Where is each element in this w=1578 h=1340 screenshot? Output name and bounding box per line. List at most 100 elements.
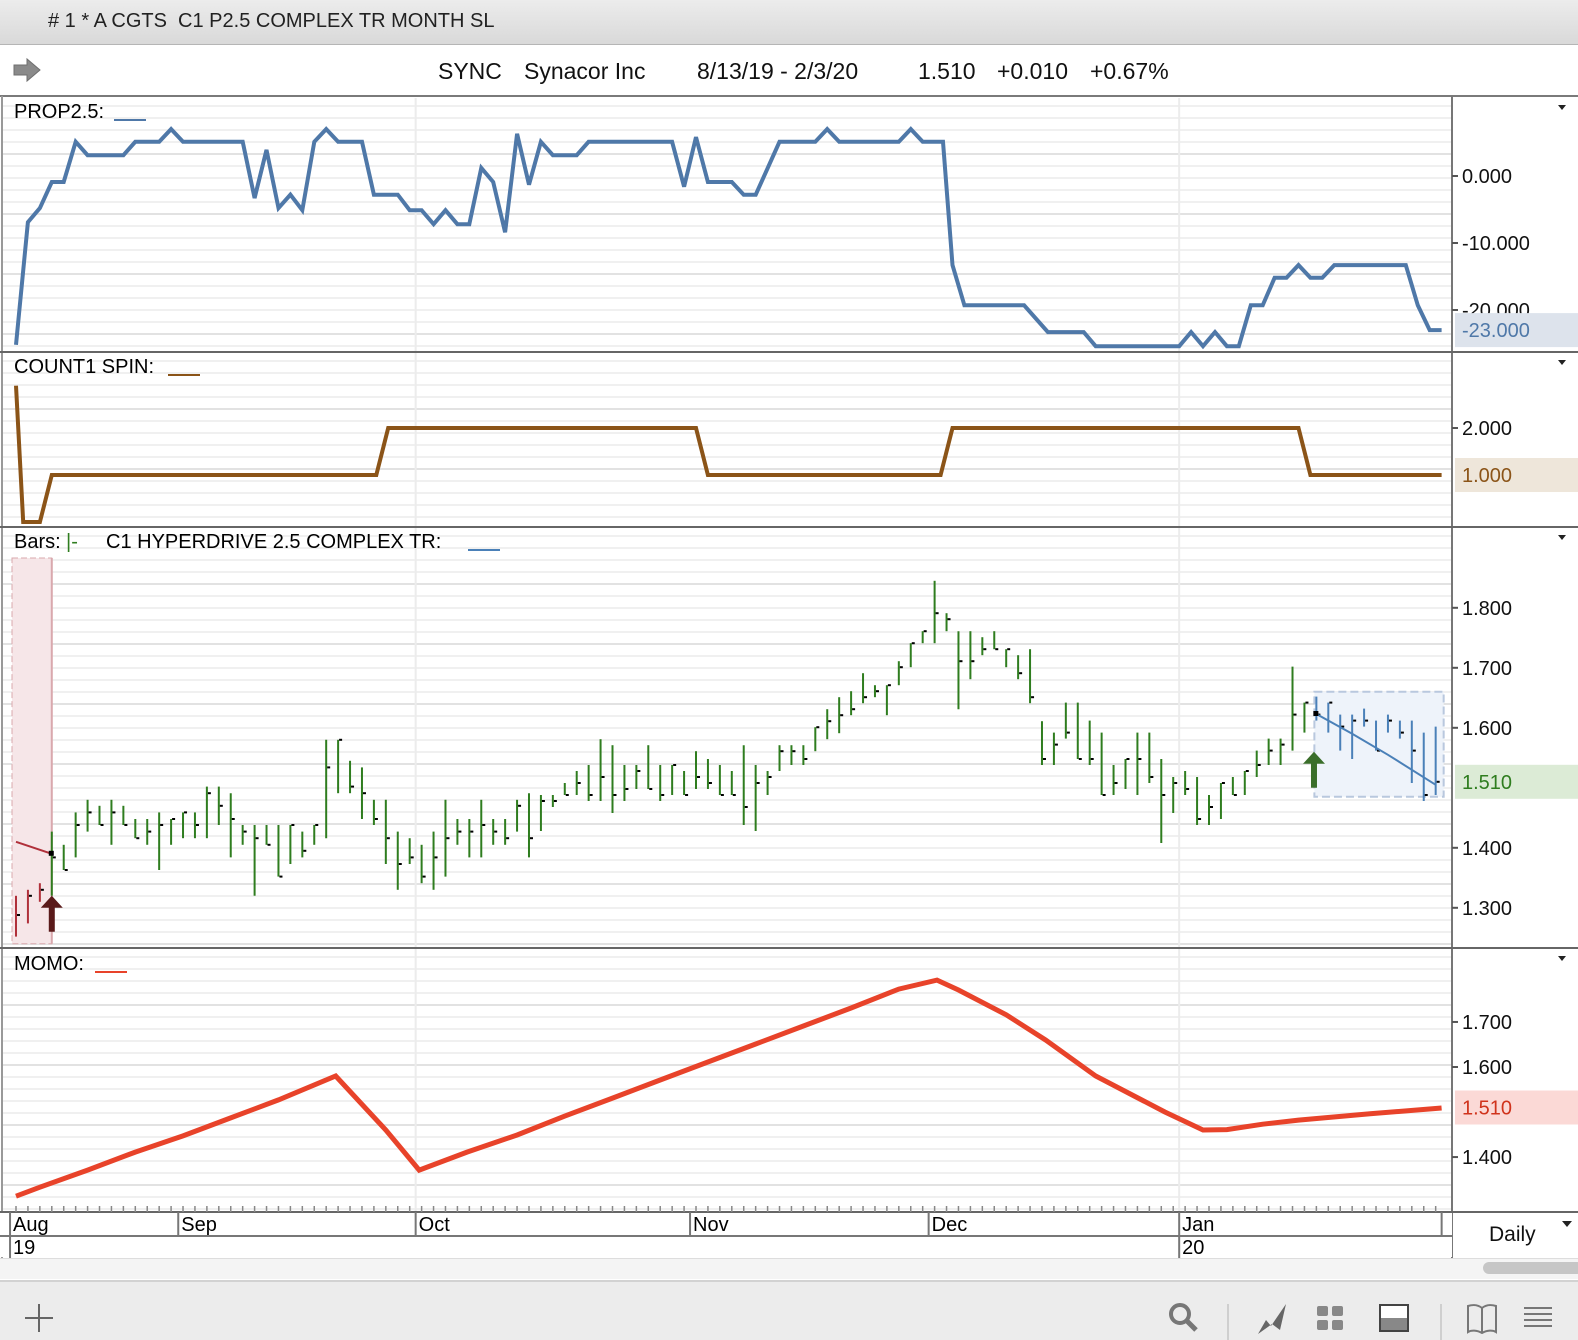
bar-close-tick [541,800,545,802]
bar-close-tick [577,782,581,784]
book-icon[interactable] [1465,1300,1499,1334]
price-bar [993,631,999,651]
bar-close-tick [28,894,32,897]
price-bar [337,738,343,794]
price-bar [1005,648,1011,668]
bar-close-tick [124,824,128,826]
pane-menu-chevron-icon[interactable] [1558,105,1566,110]
bar-close-tick [840,714,844,717]
month-label: Nov [693,1214,729,1236]
grid-icon[interactable] [1313,1300,1347,1334]
bar-close-tick [482,824,486,826]
bar-close-tick [470,830,474,833]
entry-zone-box [11,557,53,945]
price-bar [599,739,605,801]
chart-area[interactable]: 0.000-10.000-20.000-23.0002.0001.0001.80… [0,0,1578,1258]
price-bar [921,630,927,644]
pane-menu-chevron-icon[interactable] [1558,360,1566,365]
bar-close-tick [911,642,915,645]
price-bar [862,673,868,704]
bar-close-tick [780,750,784,753]
price-bar [671,764,677,795]
bar-close-tick [1198,818,1202,820]
price-bar [1029,649,1035,704]
axis-tick-label: 1.700 [1462,658,1512,680]
price-axes: 0.000-10.000-20.000-23.0002.0001.0001.80… [0,96,1578,1258]
price-bar [695,751,701,789]
bar-close-tick [935,612,939,615]
price-bar [1124,758,1130,789]
price-bar [587,765,593,801]
price-bar [909,642,915,668]
bar-close-tick [172,818,176,820]
bar-close-tick [1293,713,1297,716]
bar-close-tick [1412,749,1416,752]
grid-lines [3,98,1452,1212]
bar-close-tick [52,856,56,859]
date-axis[interactable]: Aug Sep Oct Nov Dec Jan 19 20 [0,1206,1452,1258]
pane-label-bars: Bars: [14,531,61,553]
price-bar [563,783,569,796]
price-bar [313,824,319,845]
price-bar [98,805,104,826]
annotation-layer [11,557,1445,945]
price-bar [575,771,581,795]
bar-close-tick [386,837,390,840]
bar-close-tick [231,818,235,820]
bar-close-tick [995,648,999,651]
pane-menu-chevron-icon[interactable] [1558,956,1566,961]
bar-close-tick [828,720,832,723]
interval-dropdown[interactable]: Daily [1453,1213,1578,1257]
bar-close-tick [697,776,701,778]
bar-close-tick [255,837,259,840]
price-bar [1184,771,1190,795]
bar-close-tick [327,766,331,769]
bar-close-tick [1114,782,1118,784]
menu-icon[interactable] [1521,1300,1555,1334]
bar-close-tick [1174,782,1178,784]
pane-menu-chevron-icon[interactable] [1558,535,1566,540]
bar-close-tick [983,648,987,651]
month-label: Aug [13,1214,49,1236]
bar-close-tick [1066,731,1070,734]
price-bar [623,765,629,801]
bar-close-tick [1138,758,1142,760]
entry-point-marker [48,850,54,856]
chart-line-icon[interactable] [1256,1300,1290,1334]
bar-close-tick [661,794,665,796]
price-bar [110,799,116,845]
bar-close-tick [1042,758,1046,760]
bar-close-tick [1090,758,1094,760]
panel-icon[interactable] [1377,1300,1411,1334]
scrollbar-thumb[interactable] [1483,1262,1578,1274]
pane-label-momo: MOMO: [14,953,84,975]
year-label: 19 [13,1237,35,1258]
bar-close-tick [852,708,856,711]
bar-close-tick [792,750,796,753]
bar-close-tick [219,804,223,807]
axis-tick-label: 1.400 [1462,838,1512,860]
bar-close-tick [864,696,868,699]
price-bar [277,825,283,878]
plus-icon[interactable] [22,1300,56,1334]
bar-close-tick [1305,701,1309,704]
price-bar [981,637,987,656]
axis-tick-label: 1.600 [1462,1057,1512,1079]
horizontal-scrollbar[interactable] [0,1258,1578,1279]
bar-close-tick [553,800,557,802]
search-icon[interactable] [1166,1300,1200,1334]
bar-close-tick [362,792,366,795]
bar-close-tick [64,869,68,871]
bar-close-tick [637,770,641,772]
price-bar [814,726,820,752]
bar-close-tick [374,818,378,820]
bar-close-tick [136,837,140,840]
current-value-label: 1.510 [1462,772,1512,794]
bar-close-tick [816,726,820,729]
bar-close-tick [732,794,736,796]
bar-close-tick [1054,743,1058,746]
bar-close-tick [315,824,319,826]
bar-close-tick [1388,719,1392,722]
bar-close-tick [1281,743,1285,746]
bar-close-tick [88,811,92,814]
